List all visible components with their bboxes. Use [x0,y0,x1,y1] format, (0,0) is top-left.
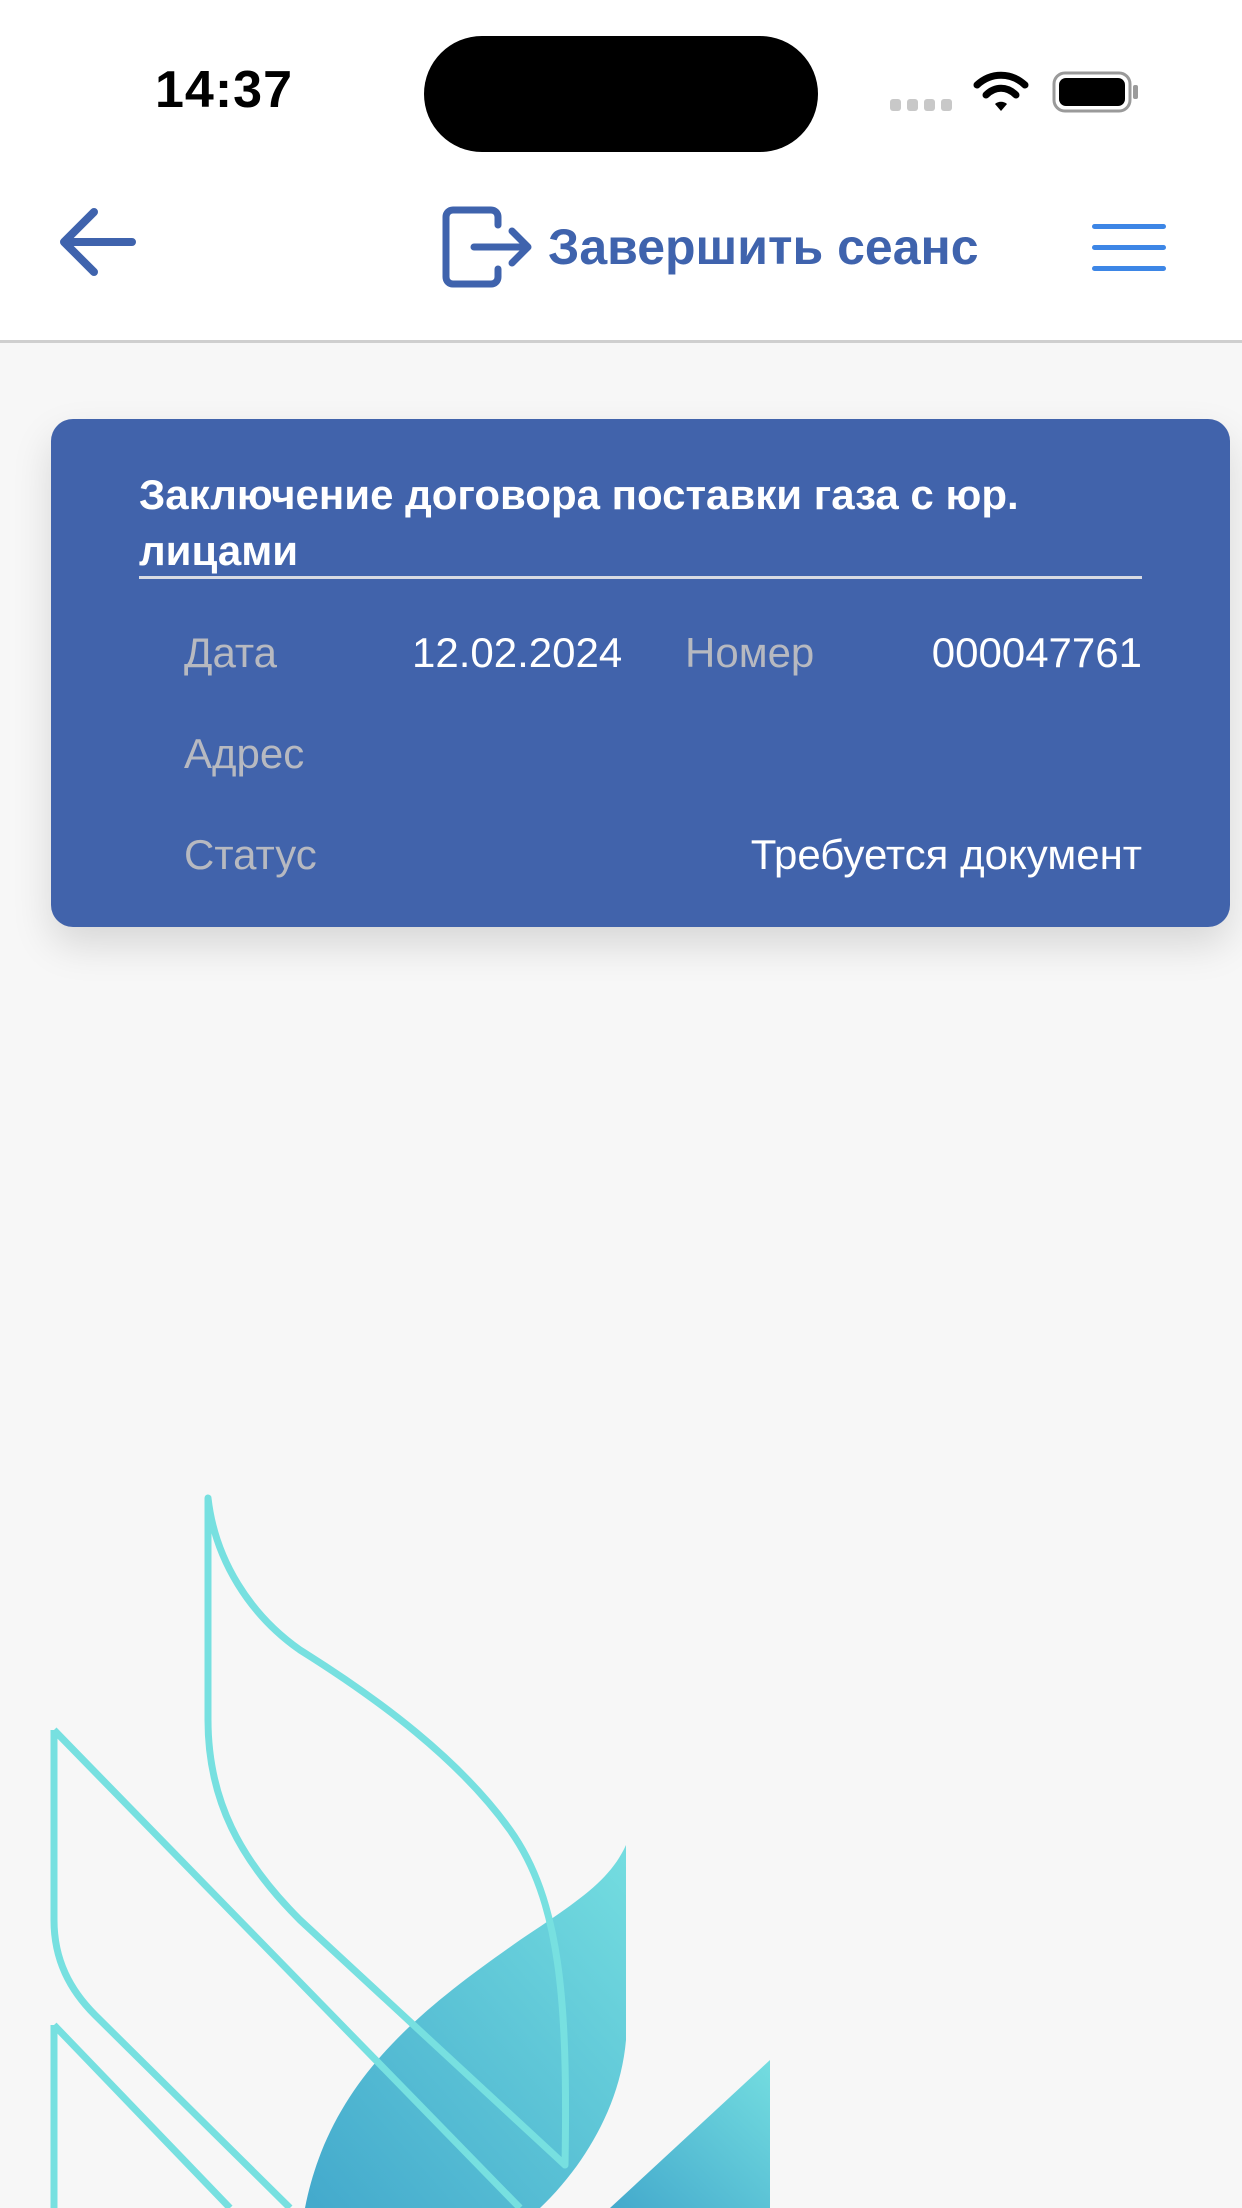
battery-icon [1052,71,1138,113]
card-title: Заключение договора поставки газа с юр. … [139,471,1019,574]
nav-bar: Завершить сеанс [0,170,1242,343]
back-arrow-icon[interactable] [56,202,138,282]
date-label: Дата [184,629,278,676]
dynamic-island [424,36,818,152]
request-card[interactable]: Заключение договора поставки газа с юр. … [51,419,1230,927]
status-value: Требуется документ [750,831,1142,878]
logout-label: Завершить сеанс [548,219,979,275]
status-label: Статус [184,831,317,878]
status-bar: 14:37 [0,0,1242,170]
number-value: 000047761 [931,629,1142,676]
status-time: 14:37 [155,61,293,119]
logout-button[interactable]: Завершить сеанс [440,202,979,292]
logout-icon [442,206,532,288]
cellular-signal-icon [890,99,952,111]
date-value: 12.02.2024 [412,629,623,676]
number-label: Номер [685,629,815,676]
address-label: Адрес [184,730,305,777]
wifi-icon [973,71,1029,111]
hamburger-menu-icon[interactable] [1092,224,1166,272]
card-divider [139,576,1142,579]
flame-logo [50,1494,770,2208]
